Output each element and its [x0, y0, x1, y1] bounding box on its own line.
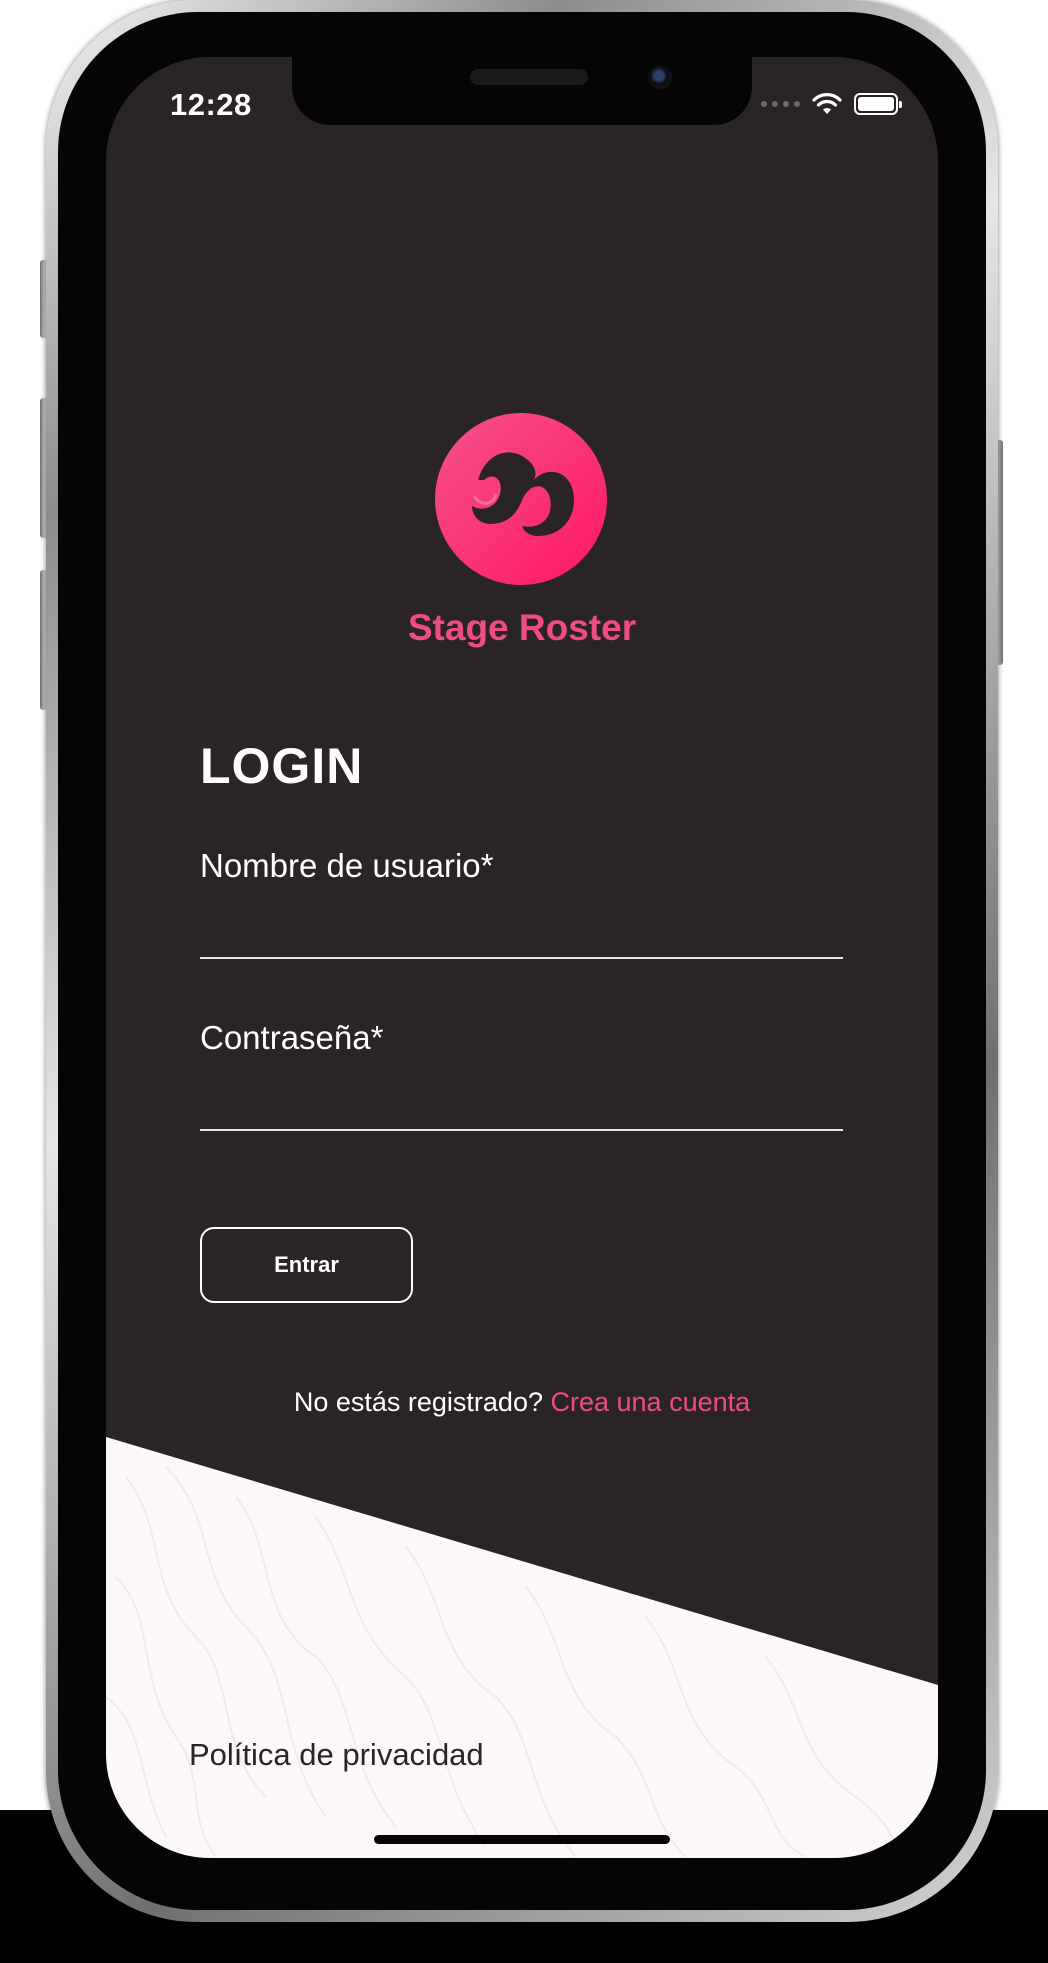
- create-account-link[interactable]: Crea una cuenta: [551, 1387, 751, 1417]
- brand-name: Stage Roster: [407, 607, 637, 648]
- device-mockup: 12:28 Stage Roster LOGIN Nombre de usuar…: [0, 0, 1048, 1963]
- cellular-signal-icon: [761, 101, 800, 107]
- camera-notch: [292, 57, 752, 125]
- stage-roster-logo: [435, 413, 607, 585]
- earpiece-speaker: [470, 69, 588, 85]
- password-underline: [200, 1129, 843, 1131]
- battery-icon: [854, 93, 902, 115]
- front-camera: [648, 65, 672, 89]
- username-input[interactable]: [200, 897, 843, 947]
- status-time: 12:28: [170, 87, 252, 122]
- wifi-icon: [812, 93, 842, 114]
- register-prompt-row: No estás registrado? Crea una cuenta: [106, 1387, 938, 1418]
- page-title: LOGIN: [200, 738, 364, 794]
- status-indicators: [761, 93, 902, 115]
- username-underline: [200, 957, 843, 959]
- home-indicator[interactable]: [374, 1835, 670, 1844]
- app-screen: 12:28 Stage Roster LOGIN Nombre de usuar…: [106, 57, 938, 1858]
- password-label: Contraseña*: [200, 1019, 384, 1056]
- username-label: Nombre de usuario*: [200, 847, 494, 884]
- login-button[interactable]: Entrar: [200, 1227, 413, 1303]
- privacy-policy-link[interactable]: Política de privacidad: [189, 1737, 484, 1773]
- register-prompt: No estás registrado?: [293, 1387, 543, 1417]
- battery-level: [858, 97, 894, 111]
- password-input[interactable]: [200, 1069, 843, 1119]
